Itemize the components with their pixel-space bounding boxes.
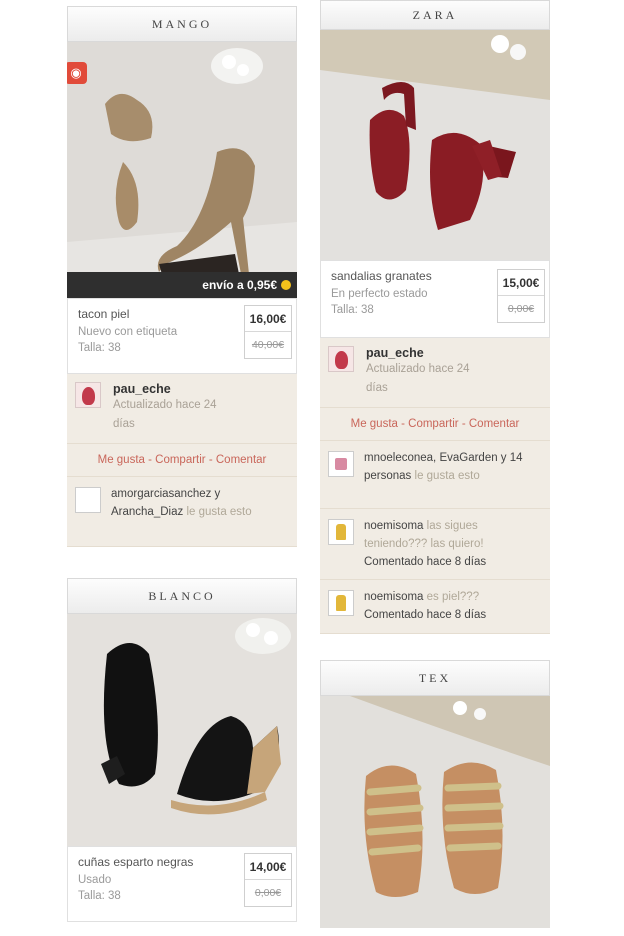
product-photo[interactable] <box>67 614 297 846</box>
likes-suffix: le gusta esto <box>186 506 252 518</box>
price: 15,00€ <box>498 270 544 296</box>
seller-row[interactable]: pau_eche Actualizado hace 24 días <box>67 374 297 444</box>
old-price: 0,00€ <box>254 887 282 899</box>
avatar[interactable] <box>328 519 354 545</box>
price: 14,00€ <box>245 854 291 880</box>
avatar[interactable] <box>328 451 354 477</box>
comment-link[interactable]: Comentar <box>216 454 267 466</box>
coin-icon <box>281 280 291 290</box>
price-box: 15,00€ 0,00€ <box>497 269 545 323</box>
old-price: 0,00€ <box>507 303 535 315</box>
product-photo[interactable] <box>320 696 550 928</box>
seller-row[interactable]: pau_eche Actualizado hace 24 días <box>320 338 550 408</box>
product-image <box>320 696 550 928</box>
product-info[interactable]: sandalias granates En perfecto estado Ta… <box>320 260 550 338</box>
like-link[interactable]: Me gusta <box>351 418 398 430</box>
product-card-mango[interactable]: MANGO ◉ envío a 0,95€ tacon piel Nuevo c… <box>67 6 297 547</box>
comment-text: es piel??? <box>426 591 480 603</box>
brand-header[interactable]: TEX <box>320 660 550 696</box>
separator: - <box>205 454 216 466</box>
share-link[interactable]: Compartir <box>408 418 458 430</box>
product-image <box>67 614 297 846</box>
product-card-blanco[interactable]: BLANCO cuñas esparto negras Usado Talla:… <box>67 578 297 922</box>
separator: - <box>397 418 409 430</box>
product-image <box>67 42 297 298</box>
price: 16,00€ <box>245 306 291 332</box>
comment-row: noemisoma es piel??? Comentado hace 8 dí… <box>320 580 550 634</box>
product-info[interactable]: tacon piel Nuevo con etiqueta Talla: 38 … <box>67 298 297 374</box>
seller-name[interactable]: pau_eche <box>366 346 542 360</box>
tag-icon[interactable]: ◉ <box>67 62 87 84</box>
comment-time: Comentado hace 8 días <box>364 609 487 621</box>
avatar[interactable] <box>75 487 101 513</box>
comment-row: noemisoma las sigues teniendo??? las qui… <box>320 509 550 580</box>
product-photo[interactable]: ◉ envío a 0,95€ <box>67 42 297 298</box>
likes-suffix: le gusta esto <box>414 470 480 482</box>
old-price: 40,00€ <box>251 339 285 351</box>
updated-text: Actualizado hace 24 días <box>366 363 470 394</box>
product-image <box>320 30 550 260</box>
comment-time: Comentado hace 8 días <box>364 556 487 568</box>
seller-name[interactable]: pau_eche <box>113 382 289 396</box>
commenter-name[interactable]: noemisoma <box>364 591 423 603</box>
avatar[interactable] <box>328 346 354 372</box>
avatar[interactable] <box>328 590 354 616</box>
price-box: 14,00€ 0,00€ <box>244 853 292 907</box>
brand-header[interactable]: BLANCO <box>67 578 297 614</box>
shipping-bar: envío a 0,95€ <box>67 272 297 298</box>
separator: - <box>458 418 469 430</box>
social-panel: pau_eche Actualizado hace 24 días Me gus… <box>67 374 297 547</box>
shipping-text: envío a 0,95€ <box>202 278 277 292</box>
like-link[interactable]: Me gusta <box>98 454 145 466</box>
product-info[interactable]: cuñas esparto negras Usado Talla: 38 14,… <box>67 846 297 922</box>
product-photo[interactable] <box>320 30 550 260</box>
likes-row: mnoeleconea, EvaGarden y 14 personas le … <box>320 441 550 509</box>
separator: - <box>144 454 156 466</box>
likes-row: amorgarciasanchez y Arancha_Diaz le gust… <box>67 477 297 547</box>
action-links: Me gusta - Compartir - Comentar <box>67 444 297 477</box>
updated-text: Actualizado hace 24 días <box>113 399 217 430</box>
commenter-name[interactable]: noemisoma <box>364 520 423 532</box>
product-card-zara[interactable]: ZARA sandalias granates En perfecto esta… <box>320 0 550 634</box>
avatar[interactable] <box>75 382 101 408</box>
social-panel: pau_eche Actualizado hace 24 días Me gus… <box>320 338 550 634</box>
price-box: 16,00€ 40,00€ <box>244 305 292 359</box>
brand-header[interactable]: MANGO <box>67 6 297 42</box>
product-card-tex[interactable]: TEX <box>320 660 550 928</box>
action-links: Me gusta - Compartir - Comentar <box>320 408 550 441</box>
share-link[interactable]: Compartir <box>155 454 205 466</box>
comment-link[interactable]: Comentar <box>469 418 520 430</box>
brand-header[interactable]: ZARA <box>320 0 550 30</box>
